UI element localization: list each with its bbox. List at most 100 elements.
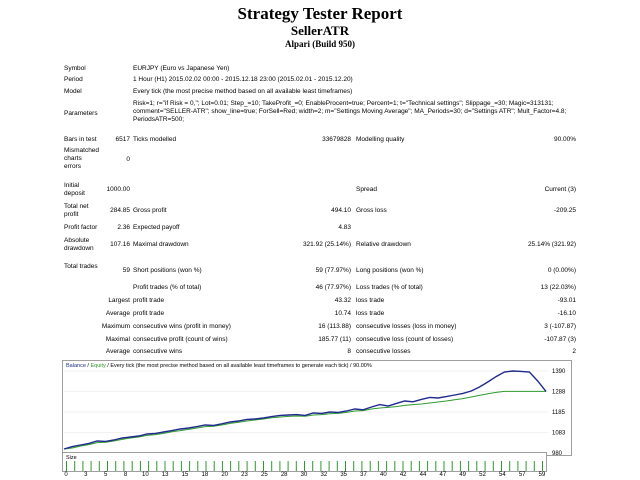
size-bar: [156, 461, 158, 471]
quality-label: Modelling quality: [356, 136, 405, 143]
size-bar: [394, 461, 396, 471]
absdd-label: Absolute drawdown: [64, 237, 94, 252]
ltrades-label: Loss trades (% of total): [356, 284, 423, 291]
size-bar: [328, 461, 330, 471]
largest-profit-value: 43.32: [334, 297, 351, 304]
size-label: Size: [66, 455, 77, 461]
size-bar: [107, 461, 108, 471]
parameters-value: Risk=1; r="if Risk = 0,"; Lot=0.01; Step…: [133, 100, 567, 123]
long-value: 0 (0.00%): [547, 267, 576, 274]
spread-label: Spread: [356, 186, 377, 193]
ptrades-label: Profit trades (% of total): [133, 284, 202, 291]
mx-loss-label: consecutive loss (count of losses): [356, 336, 454, 343]
quality-value: 90.00%: [553, 136, 576, 143]
x-tick-label: 10: [141, 472, 149, 478]
ltrades-value: 13 (22.03%): [540, 284, 576, 291]
mx-profit-value: 185.77 (11): [318, 336, 351, 343]
short-value: 59 (77.97%): [315, 267, 351, 274]
size-bar: [238, 461, 240, 471]
x-tick-label: 18: [201, 472, 209, 478]
parameters-label: Parameters: [64, 110, 98, 117]
size-bar: [279, 461, 281, 471]
average-loss-label: loss trade: [356, 310, 385, 317]
y-tick-label: 1288: [552, 389, 566, 395]
trades-label: Total trades: [64, 263, 98, 270]
size-bar: [517, 461, 519, 471]
size-bar: [320, 461, 322, 471]
model-value: Every tick (the most precise method base…: [133, 88, 353, 95]
size-bar: [459, 461, 461, 471]
y-tick-label: 1185: [552, 410, 566, 416]
size-bar: [533, 461, 535, 471]
model-label: Model: [64, 88, 82, 95]
size-bar: [410, 461, 412, 471]
x-tick-label: 25: [260, 472, 268, 478]
x-tick-label: 40: [379, 472, 387, 478]
grossloss-label: Gross loss: [356, 207, 387, 214]
size-bar: [213, 461, 215, 471]
average-profit-label: profit trade: [133, 310, 165, 317]
size-bar: [468, 461, 470, 471]
x-axis: 0 3 5 8 10 13 15 18 20 23 25 28 30 32 35 37 40 42 44 47 49 52…: [62, 472, 572, 480]
size-bar: [98, 461, 100, 471]
pf-label: Profit factor: [64, 224, 98, 231]
netprofit-value: 284.85: [110, 207, 130, 214]
x-tick-label: 37: [360, 472, 367, 478]
legend-rest: / Every tick (the most precise method ba…: [106, 363, 372, 369]
size-bar: [353, 461, 355, 471]
reldd-label: Relative drawdown: [356, 241, 411, 248]
size-bar: [451, 461, 453, 471]
x-tick-label: 59: [538, 472, 546, 478]
size-bar: [304, 461, 305, 471]
x-tick-label: 52: [479, 472, 486, 478]
symbol-label: Symbol: [64, 65, 86, 72]
size-bar: [484, 461, 486, 471]
x-tick-label: 44: [419, 472, 427, 478]
maxdd-label: Maximal drawdown: [133, 241, 189, 248]
average-profit-value: 10.74: [334, 310, 351, 317]
avg-losses-value: 2: [572, 348, 576, 355]
average-label: Average: [105, 310, 130, 317]
size-bar: [476, 461, 478, 471]
size-bar: [123, 461, 125, 471]
size-bar: [148, 461, 150, 471]
legend-balance: Balance: [66, 363, 86, 369]
size-bar: [115, 461, 117, 471]
x-tick-label: 35: [340, 472, 347, 478]
average-loss-value: -16.10: [557, 310, 576, 317]
pf-value: 2.36: [117, 224, 130, 231]
grossloss-value: -209.25: [553, 207, 576, 214]
netprofit-label: Total net profit: [64, 203, 89, 218]
x-tick-label: 20: [221, 472, 228, 478]
legend-equity: Equity: [90, 363, 106, 369]
x-tick-label: 8: [123, 472, 128, 478]
size-bar: [525, 461, 527, 471]
avg-wins-label: consecutive wins: [133, 348, 183, 355]
size-panel: Size: [62, 452, 547, 472]
size-bar: [295, 461, 297, 471]
size-bar: [263, 461, 264, 471]
expert-name: SellerATR: [290, 23, 350, 38]
size-bar: [386, 461, 388, 471]
chart-frame: [62, 360, 572, 456]
largest-loss-label: loss trade: [356, 297, 385, 304]
size-bar: [271, 461, 273, 471]
x-tick-label: 57: [518, 472, 526, 478]
x-tick-label: 15: [181, 472, 189, 478]
size-bar: [402, 461, 404, 471]
size-bar: [246, 461, 248, 471]
largest-label: Largest: [108, 297, 130, 304]
chart-legend: Balance / Equity / Every tick (the most …: [66, 363, 372, 369]
size-bar: [443, 461, 445, 471]
trades-value: 59: [122, 267, 130, 274]
x-tick-label: 5: [103, 472, 108, 478]
x-tick-label: 32: [320, 472, 328, 478]
short-label: Short positions (won %): [133, 267, 202, 274]
ptrades-value: 46 (77.97%): [315, 284, 351, 291]
size-bar: [435, 461, 437, 471]
broker-build: Alpari (Build 950): [284, 39, 355, 49]
max-losses-label: consecutive losses (loss in money): [356, 323, 457, 330]
bars-label: Bars in test: [64, 136, 97, 143]
size-bar: [369, 461, 371, 471]
size-bar: [361, 461, 363, 471]
